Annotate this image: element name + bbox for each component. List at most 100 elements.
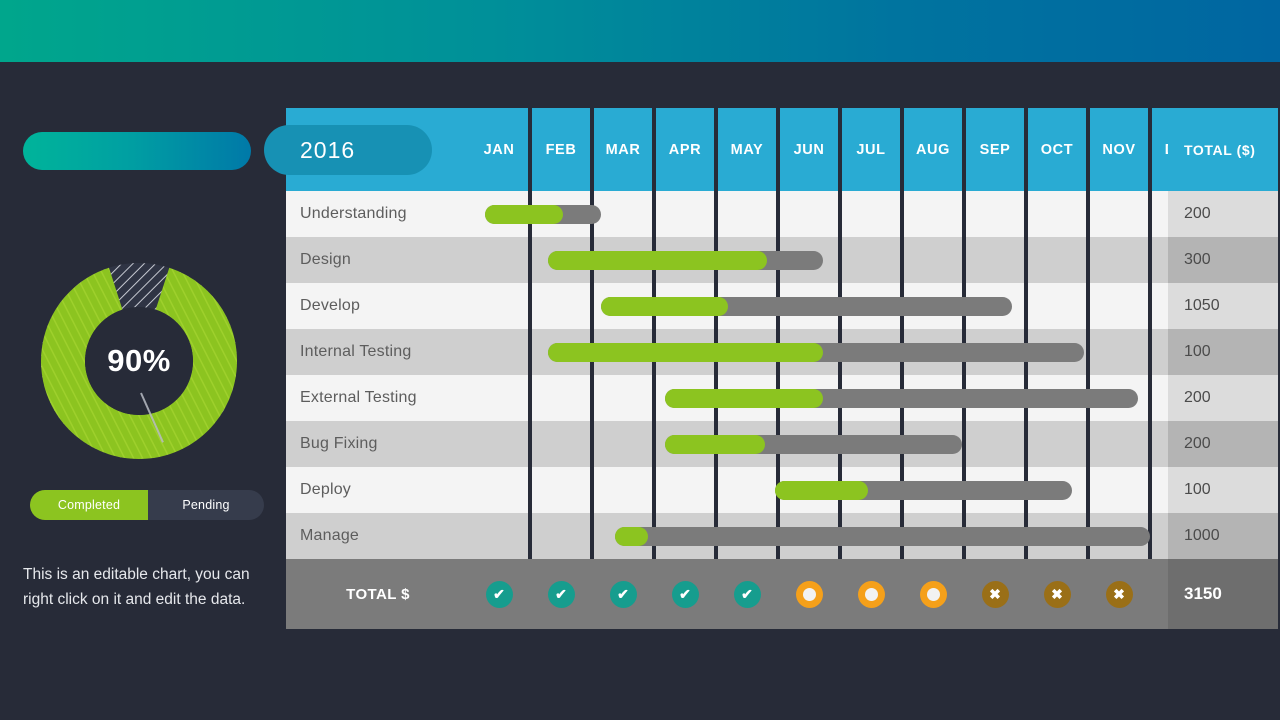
month-header-may[interactable]: MAY [718,108,776,191]
month-header-jan[interactable]: JAN [470,108,528,191]
month-header-nov[interactable]: NOV [1090,108,1148,191]
month-header-jun[interactable]: JUN [780,108,838,191]
gantt-cell[interactable] [1090,421,1148,467]
gantt-cell[interactable] [842,237,900,283]
gantt-bar[interactable] [665,435,962,454]
month-header-jul[interactable]: JUL [842,108,900,191]
gantt-cell[interactable] [532,513,590,559]
row-total-value: 200 [1168,375,1278,421]
status-cell-feb[interactable]: ✔ [532,559,590,629]
status-cell-oct[interactable]: ✖ [1028,559,1086,629]
gantt-row[interactable]: Bug Fixing 200 [286,421,1278,467]
gantt-cell[interactable] [470,467,528,513]
row-total-value: 100 [1168,329,1278,375]
status-cell-sep[interactable]: ✖ [966,559,1024,629]
gantt-cell[interactable] [966,237,1024,283]
gantt-bar[interactable] [615,527,1150,546]
gantt-cell[interactable] [594,467,652,513]
gantt-bar[interactable] [665,389,1138,408]
year-badge[interactable]: 2016 [264,125,432,175]
gantt-bar[interactable] [775,481,1072,500]
gantt-row[interactable]: Understanding 200 [286,191,1278,237]
gantt-cell[interactable] [780,191,838,237]
grand-total-value: 3150 [1168,559,1278,629]
status-cell-nov[interactable]: ✖ [1090,559,1148,629]
month-header-sep[interactable]: SEP [966,108,1024,191]
gantt-cell[interactable] [966,421,1024,467]
gantt-cell[interactable] [656,191,714,237]
total-column-header: TOTAL ($) [1168,108,1278,191]
gantt-row[interactable]: Internal Testing 100 [286,329,1278,375]
month-header-oct[interactable]: OCT [1028,108,1086,191]
row-total-value: 100 [1168,467,1278,513]
gantt-row[interactable]: External Testing 200 [286,375,1278,421]
month-header-feb[interactable]: FEB [532,108,590,191]
gantt-cell[interactable] [532,467,590,513]
gantt-cell[interactable] [470,283,528,329]
gantt-cell[interactable] [718,467,776,513]
task-name: Develop [286,283,470,329]
task-name: Internal Testing [286,329,470,375]
gantt-bar[interactable] [548,251,823,270]
gantt-bar[interactable] [601,297,1012,316]
gantt-row[interactable]: Deploy 100 [286,467,1278,513]
gantt-row[interactable]: Develop 1050 [286,283,1278,329]
status-cell-jul[interactable] [842,559,900,629]
status-cell-apr[interactable]: ✔ [656,559,714,629]
gantt-cell[interactable] [656,467,714,513]
gantt-bar-completed [548,251,767,270]
gantt-cell[interactable] [1090,191,1148,237]
gantt-cell[interactable] [904,237,962,283]
row-total-value: 200 [1168,191,1278,237]
gantt-cell[interactable] [904,191,962,237]
cross-icon: ✖ [981,580,1009,608]
gantt-cell[interactable] [1028,283,1086,329]
gantt-cell[interactable] [532,421,590,467]
gantt-cell[interactable] [594,421,652,467]
status-cell-aug[interactable] [904,559,962,629]
completion-donut-chart[interactable]: 90% [36,258,242,464]
gantt-cell[interactable] [1090,283,1148,329]
gantt-cell[interactable] [532,375,590,421]
gantt-cell[interactable] [1090,237,1148,283]
gantt-cell[interactable] [594,375,652,421]
task-name: Understanding [286,191,470,237]
gantt-cell[interactable] [1028,237,1086,283]
gantt-cell[interactable] [470,513,528,559]
gantt-cell[interactable] [532,283,590,329]
month-header-aug[interactable]: AUG [904,108,962,191]
pending-icon-core [802,587,816,601]
month-header-apr[interactable]: APR [656,108,714,191]
gantt-cell[interactable] [470,237,528,283]
status-cell-may[interactable]: ✔ [718,559,776,629]
status-cell-mar[interactable]: ✔ [594,559,652,629]
legend: Completed Pending [30,490,264,520]
gantt-cell[interactable] [470,421,528,467]
cross-icon: ✖ [1043,580,1071,608]
donut-percent-label: 90% [107,343,171,378]
month-header-mar[interactable]: MAR [594,108,652,191]
task-name: Manage [286,513,470,559]
gantt-bar[interactable] [485,205,601,224]
pending-icon [857,580,885,608]
gantt-row[interactable]: Manage 1000 [286,513,1278,559]
gantt-bar-completed [615,527,648,546]
status-cell-jun[interactable] [780,559,838,629]
gantt-cell[interactable] [718,191,776,237]
gantt-row[interactable]: Design 300 [286,237,1278,283]
gantt-cell[interactable] [966,191,1024,237]
gantt-cell[interactable] [842,191,900,237]
gantt-cell[interactable] [1090,329,1148,375]
gantt-cell[interactable] [1090,467,1148,513]
gantt-cell[interactable] [470,375,528,421]
task-name: External Testing [286,375,470,421]
gantt-bar[interactable] [548,343,1084,362]
task-name: Deploy [286,467,470,513]
gantt-cell[interactable] [470,329,528,375]
dashboard-root: 90% Completed Pending This is an editabl… [0,0,1280,720]
status-cell-jan[interactable]: ✔ [470,559,528,629]
gantt-cell[interactable] [1028,421,1086,467]
legend-item-pending: Pending [148,490,264,520]
gantt-cell[interactable] [594,191,652,237]
gantt-cell[interactable] [1028,191,1086,237]
